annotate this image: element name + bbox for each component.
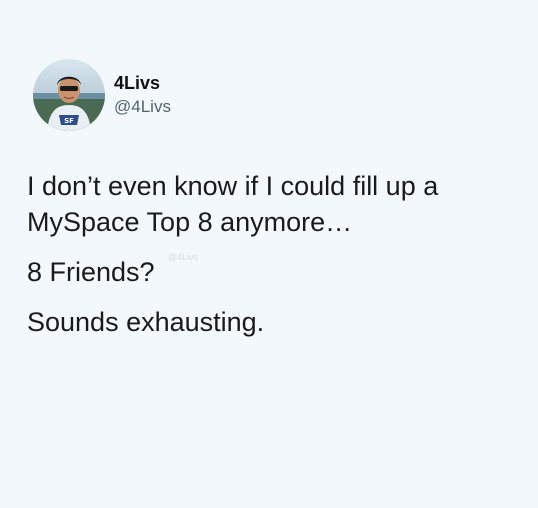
- author-display-name[interactable]: 4Livs: [114, 72, 171, 94]
- watermark: @4Livs: [168, 252, 199, 262]
- avatar[interactable]: SF: [33, 59, 105, 131]
- tweet-text: I don’t even know if I could fill up a M…: [27, 168, 517, 354]
- tweet-card: SF 4Livs @4Livs I don’t even know if I c…: [0, 0, 538, 508]
- tweet-paragraph: Sounds exhausting.: [27, 307, 265, 337]
- avatar-photo: SF: [33, 59, 105, 131]
- tweet-paragraph: I don’t even know if I could fill up a M…: [27, 171, 439, 237]
- author-info: 4Livs @4Livs: [114, 72, 171, 117]
- tweet-paragraph: 8 Friends?: [27, 257, 155, 287]
- author-handle[interactable]: @4Livs: [114, 96, 171, 117]
- svg-text:SF: SF: [64, 117, 74, 125]
